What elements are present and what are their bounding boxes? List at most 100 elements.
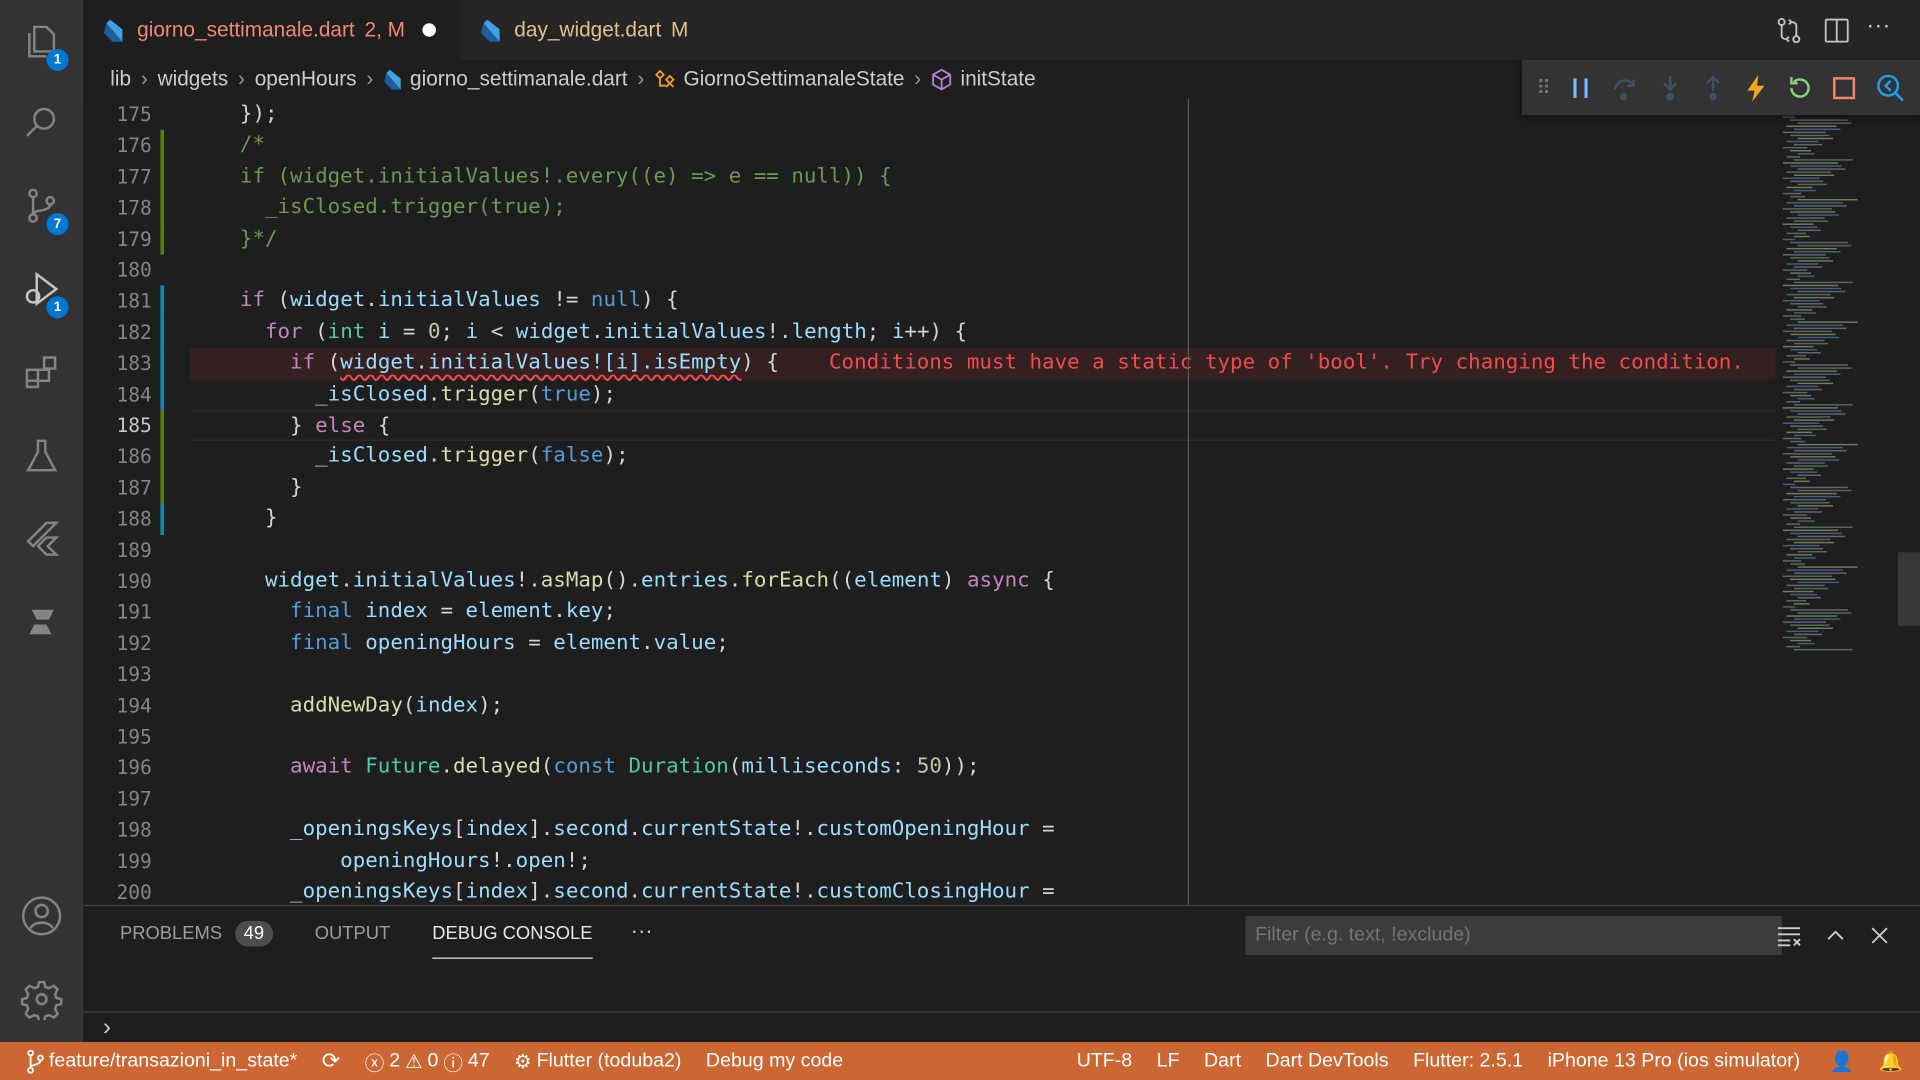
breadcrumb-item[interactable]: initState xyxy=(960,67,1035,91)
code-line[interactable]: if (widget.initialValues != null) { xyxy=(190,286,1776,317)
eol-item[interactable]: LF xyxy=(1157,1050,1180,1072)
debug-session-item[interactable]: ⚙ Flutter (toduba2) xyxy=(514,1049,681,1073)
minimap-line xyxy=(1782,177,1820,180)
code-line[interactable] xyxy=(190,659,1776,690)
debug-my-code-item[interactable]: Debug my code xyxy=(706,1050,843,1072)
devtools-item[interactable]: Dart DevTools xyxy=(1266,1050,1389,1072)
code-token: ]. xyxy=(528,816,554,842)
extensions-button[interactable] xyxy=(17,348,66,397)
maximize-panel-icon[interactable] xyxy=(1824,926,1846,946)
code-line[interactable]: _openingsKeys[index].second.currentState… xyxy=(190,815,1776,846)
settings-button[interactable] xyxy=(17,975,66,1024)
code-line[interactable]: } else { xyxy=(189,410,1776,442)
compare-changes-icon[interactable] xyxy=(1776,17,1803,44)
code-line[interactable]: final openingHours = element.value; xyxy=(190,628,1776,659)
code-token: . xyxy=(427,381,441,407)
step-out-icon[interactable] xyxy=(1701,74,1725,101)
flutter-button[interactable] xyxy=(17,514,66,563)
clear-console-icon[interactable] xyxy=(1777,926,1804,948)
pause-icon[interactable] xyxy=(1570,75,1592,99)
tab-problems[interactable]: PROBLEMS xyxy=(120,923,222,944)
code-line[interactable]: _isClosed.trigger(true); xyxy=(190,379,1776,410)
step-over-icon[interactable] xyxy=(1611,74,1638,101)
filter-input[interactable] xyxy=(1245,915,1782,956)
sync-icon: ⟳ xyxy=(321,1048,341,1073)
code-line[interactable]: await Future.delayed(const Duration(mill… xyxy=(190,752,1776,783)
code-line[interactable]: }*/ xyxy=(190,224,1776,255)
more-tabs-icon[interactable]: ··· xyxy=(631,918,653,944)
problems-item[interactable]: ⓧ 2 ⚠ 0 ⓘ 47 xyxy=(365,1046,490,1075)
close-panel-icon[interactable] xyxy=(1869,926,1891,946)
encoding-label: UTF-8 xyxy=(1076,1050,1133,1071)
code-line[interactable] xyxy=(190,783,1776,814)
minimap-line xyxy=(1797,474,1821,476)
breadcrumb-item[interactable]: widgets xyxy=(158,67,229,91)
devtools-inspector-icon[interactable] xyxy=(1876,73,1905,102)
code-token: delayed xyxy=(453,754,541,780)
feedback-button[interactable]: 👤 xyxy=(1830,1049,1854,1073)
code-token: index xyxy=(465,816,529,842)
run-debug-button[interactable]: 1 xyxy=(17,264,69,319)
source-control-button[interactable]: 7 xyxy=(17,181,69,236)
code-line[interactable]: final index = element.key; xyxy=(190,597,1776,628)
code-line[interactable]: /* xyxy=(190,130,1776,161)
flutter-version-item[interactable]: Flutter: 2.5.1 xyxy=(1413,1050,1523,1072)
tab-output[interactable]: OUTPUT xyxy=(315,923,391,944)
drag-handle-icon[interactable]: ⠿ xyxy=(1537,75,1551,99)
tab-giorno-settimanale[interactable]: giorno_settimanale.dart 2, M xyxy=(83,0,461,61)
sync-button[interactable]: ⟳ xyxy=(322,1048,340,1074)
split-editor-icon[interactable] xyxy=(1823,17,1850,44)
tab-debug-console[interactable]: DEBUG CONSOLE xyxy=(432,923,593,959)
breadcrumb-item[interactable]: openHours xyxy=(255,67,357,91)
testing-button[interactable] xyxy=(17,431,66,480)
minimap-line xyxy=(1790,425,1824,427)
minimap-line xyxy=(1797,566,1858,568)
code-token: ( xyxy=(315,350,341,375)
branch-item[interactable]: feature/transazioni_in_state* xyxy=(27,1049,297,1073)
code-line[interactable]: openingHours!.open!; xyxy=(190,846,1776,877)
breadcrumb-item[interactable]: lib xyxy=(110,67,131,91)
notifications-button[interactable]: 🔔 xyxy=(1878,1049,1902,1073)
code-line[interactable] xyxy=(190,535,1776,566)
accounts-button[interactable] xyxy=(17,891,66,940)
tab-day-widget[interactable]: day_widget.dart M xyxy=(460,0,749,60)
language-item[interactable]: Dart xyxy=(1204,1050,1241,1072)
code-editor[interactable]: }); /* if (widget.initialValues!.every((… xyxy=(189,99,1776,905)
hot-reload-icon[interactable] xyxy=(1745,73,1767,102)
code-token: }); xyxy=(189,101,278,127)
encoding-item[interactable]: UTF-8 xyxy=(1077,1050,1133,1072)
code-line[interactable]: } xyxy=(190,472,1776,503)
flutter-version-label: Flutter: 2.5.1 xyxy=(1413,1050,1524,1071)
code-token: 0 xyxy=(427,319,441,344)
device-item[interactable]: iPhone 13 Pro (ios simulator) xyxy=(1548,1050,1801,1072)
code-token: ( xyxy=(540,754,554,780)
minimap-line xyxy=(1790,272,1812,274)
restart-icon[interactable] xyxy=(1786,74,1813,101)
remote-button[interactable] xyxy=(17,598,66,647)
step-into-icon[interactable] xyxy=(1658,74,1682,101)
console-prompt-icon[interactable]: › xyxy=(103,1014,111,1042)
code-line[interactable] xyxy=(190,255,1776,286)
search-button[interactable] xyxy=(17,98,66,147)
code-line[interactable]: _isClosed.trigger(false); xyxy=(190,441,1776,472)
minimap-line xyxy=(1790,257,1830,259)
unsaved-dot-icon[interactable] xyxy=(422,23,436,37)
more-actions-icon[interactable]: ··· xyxy=(1866,12,1890,40)
code-line[interactable]: } xyxy=(190,503,1776,534)
breadcrumb-item[interactable]: giorno_settimanale.dart xyxy=(410,67,628,91)
code-line[interactable]: _isClosed.trigger(true); xyxy=(190,192,1776,223)
minimap-line xyxy=(1786,156,1801,158)
minimap-line xyxy=(1786,630,1819,633)
code-line[interactable]: widget.initialValues!.asMap().entries.fo… xyxy=(190,566,1776,597)
minimap-line xyxy=(1782,162,1838,164)
code-line[interactable]: for (int i = 0; i < widget.initialValues… xyxy=(190,317,1776,348)
explorer-button[interactable]: 1 xyxy=(17,17,69,72)
code-line[interactable]: if (widget.initialValues![i].isEmpty) { … xyxy=(189,347,1776,380)
code-line[interactable]: addNewDay(index); xyxy=(190,690,1776,721)
stop-icon[interactable] xyxy=(1832,75,1856,99)
code-line[interactable]: if (widget.initialValues!.every((e) => e… xyxy=(190,161,1776,192)
breadcrumb-item[interactable]: GiornoSettimanaleState xyxy=(683,67,904,91)
minimap[interactable] xyxy=(1776,99,1920,905)
code-line[interactable]: _openingsKeys[index].second.currentState… xyxy=(190,877,1776,905)
code-line[interactable] xyxy=(190,721,1776,752)
